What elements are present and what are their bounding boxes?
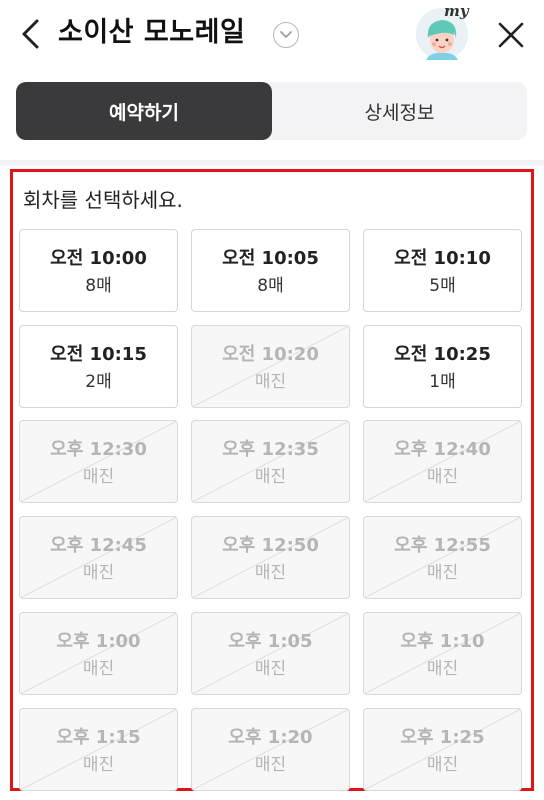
time-slot-button[interactable]: 오전 10:00 8매	[19, 229, 178, 312]
time-slot-time: 오후 1:25	[400, 727, 485, 748]
time-slot-button: 오후 12:40 매진	[363, 420, 522, 503]
sold-out-label: 매진	[254, 659, 287, 679]
time-slot-time: 오후 12:50	[222, 535, 319, 556]
time-slot-button: 오후 12:50 매진	[191, 516, 350, 599]
time-slot-time: 오전 10:05	[222, 248, 319, 269]
sold-out-label: 매진	[254, 372, 287, 392]
remaining-tickets: 2매	[85, 372, 112, 392]
time-slot-button[interactable]: 오전 10:05 8매	[191, 229, 350, 312]
sold-out-label: 매진	[254, 467, 287, 487]
time-slot-time: 오후 12:40	[394, 439, 491, 460]
time-slot-time: 오후 12:45	[50, 535, 147, 556]
time-slot-panel: 회차를 선택하세요. 오전 10:00 8매 오전 10:05 8매 오전 10:10 5…	[10, 169, 534, 791]
sold-out-label: 매진	[82, 755, 115, 775]
title-dropdown-button[interactable]	[273, 22, 299, 48]
time-slot-button: 오후 12:55 매진	[363, 516, 522, 599]
time-slot-button: 오후 12:30 매진	[19, 420, 178, 503]
sold-out-label: 매진	[426, 755, 459, 775]
tab-bar: 예약하기 상세정보	[16, 82, 527, 140]
sold-out-label: 매진	[254, 755, 287, 775]
avatar-my-label: my	[444, 2, 469, 20]
time-slot-button: 오전 10:20 매진	[191, 325, 350, 408]
time-slot-time: 오후 1:20	[228, 727, 313, 748]
time-slot-button: 오후 1:25 매진	[363, 708, 522, 791]
time-slot-time: 오후 12:35	[222, 439, 319, 460]
remaining-tickets: 8매	[85, 276, 112, 296]
sold-out-label: 매진	[82, 467, 115, 487]
time-slot-time: 오전 10:20	[222, 344, 319, 365]
time-slot-time: 오전 10:10	[394, 248, 491, 269]
time-slot-button: 오후 1:10 매진	[363, 612, 522, 695]
header: 소이산 모노레일 my	[0, 0, 544, 70]
sold-out-label: 매진	[426, 659, 459, 679]
time-slot-button[interactable]: 오전 10:25 1매	[363, 325, 522, 408]
time-slot-button: 오후 12:35 매진	[191, 420, 350, 503]
time-slot-button: 오후 1:05 매진	[191, 612, 350, 695]
time-slot-time: 오후 12:55	[394, 535, 491, 556]
time-slot-time: 오후 12:30	[50, 439, 147, 460]
time-slot-button[interactable]: 오전 10:10 5매	[363, 229, 522, 312]
remaining-tickets: 5매	[429, 276, 456, 296]
sold-out-label: 매진	[254, 563, 287, 583]
time-slot-button: 오후 1:00 매진	[19, 612, 178, 695]
sold-out-label: 매진	[82, 563, 115, 583]
time-slot-button[interactable]: 오전 10:15 2매	[19, 325, 178, 408]
sold-out-label: 매진	[426, 467, 459, 487]
tab-reservation[interactable]: 예약하기	[16, 82, 272, 140]
time-slot-time: 오후 1:00	[56, 631, 141, 652]
my-page-avatar[interactable]: my	[416, 2, 469, 60]
time-slot-time: 오후 1:15	[56, 727, 141, 748]
remaining-tickets: 1매	[429, 372, 456, 392]
time-slot-button: 오후 1:15 매진	[19, 708, 178, 791]
time-slot-time: 오후 1:05	[228, 631, 313, 652]
time-slot-time: 오후 1:10	[400, 631, 485, 652]
time-slot-time: 오전 10:15	[50, 344, 147, 365]
remaining-tickets: 8매	[257, 276, 284, 296]
chevron-down-icon	[280, 31, 292, 38]
back-button[interactable]	[14, 16, 46, 52]
select-slot-prompt: 회차를 선택하세요.	[23, 188, 183, 212]
page-title: 소이산 모노레일	[58, 17, 246, 48]
close-icon	[498, 22, 524, 48]
chevron-left-icon	[22, 19, 39, 49]
close-button[interactable]	[494, 18, 528, 52]
time-slot-button: 오후 12:45 매진	[19, 516, 178, 599]
time-slot-time: 오전 10:25	[394, 344, 491, 365]
time-slot-time: 오전 10:00	[50, 248, 147, 269]
section-divider	[0, 160, 544, 166]
sold-out-label: 매진	[426, 563, 459, 583]
tab-details[interactable]: 상세정보	[272, 82, 527, 140]
time-slot-button: 오후 1:20 매진	[191, 708, 350, 791]
sold-out-label: 매진	[82, 659, 115, 679]
